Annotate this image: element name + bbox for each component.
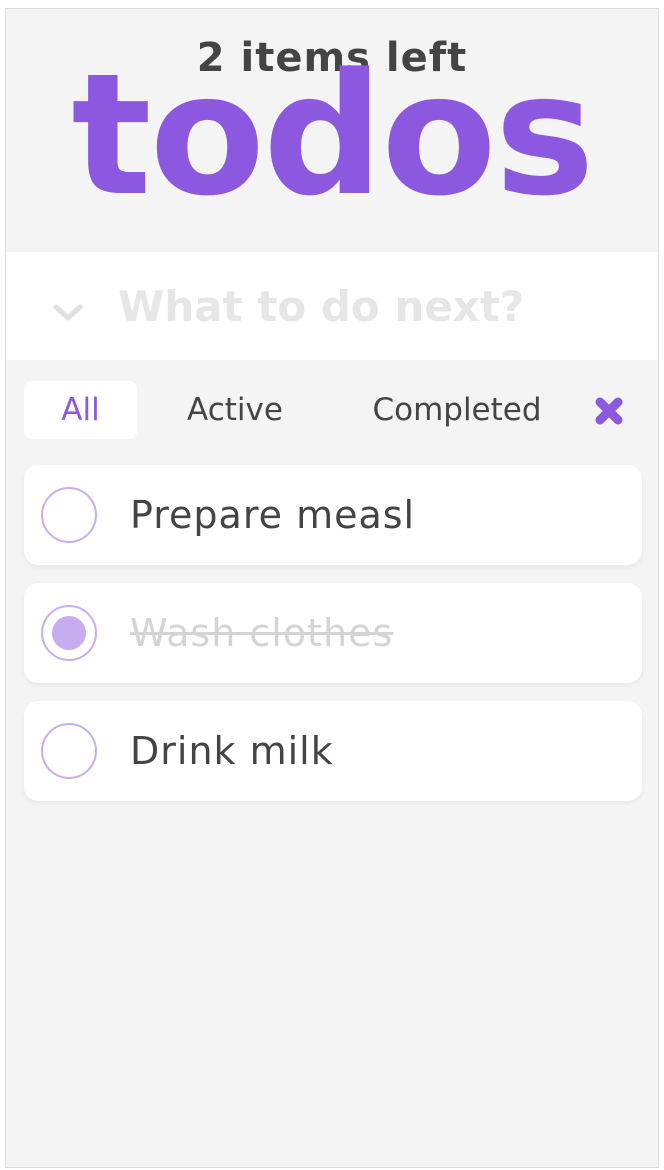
todo-label[interactable]: Prepare measl <box>130 465 415 565</box>
check-dot-icon <box>52 616 86 650</box>
todo-checkbox[interactable] <box>41 487 97 543</box>
app-frame: 2 items left todos All Active Completed … <box>5 8 659 1168</box>
filter-all[interactable]: All <box>24 381 137 439</box>
chevron-down-icon[interactable] <box>6 290 118 322</box>
filter-active[interactable]: Active <box>171 381 299 439</box>
todo-item-completed: Wash clothes <box>24 583 642 683</box>
new-todo-bar <box>6 252 658 360</box>
header: 2 items left todos <box>6 9 658 253</box>
filter-bar: All Active Completed <box>23 381 643 441</box>
todo-checkbox[interactable] <box>41 723 97 779</box>
todo-list: Prepare measl Wash clothes Drink milk <box>24 465 642 819</box>
todo-item: Prepare measl <box>24 465 642 565</box>
todo-item: Drink milk <box>24 701 642 801</box>
filter-completed[interactable]: Completed <box>357 381 557 439</box>
todo-label[interactable]: Drink milk <box>130 701 334 801</box>
todo-checkbox-checked[interactable] <box>41 605 97 661</box>
todo-label[interactable]: Wash clothes <box>130 583 393 683</box>
new-todo-input[interactable] <box>118 271 638 341</box>
app-title: todos <box>71 37 594 233</box>
close-icon[interactable] <box>593 395 625 427</box>
